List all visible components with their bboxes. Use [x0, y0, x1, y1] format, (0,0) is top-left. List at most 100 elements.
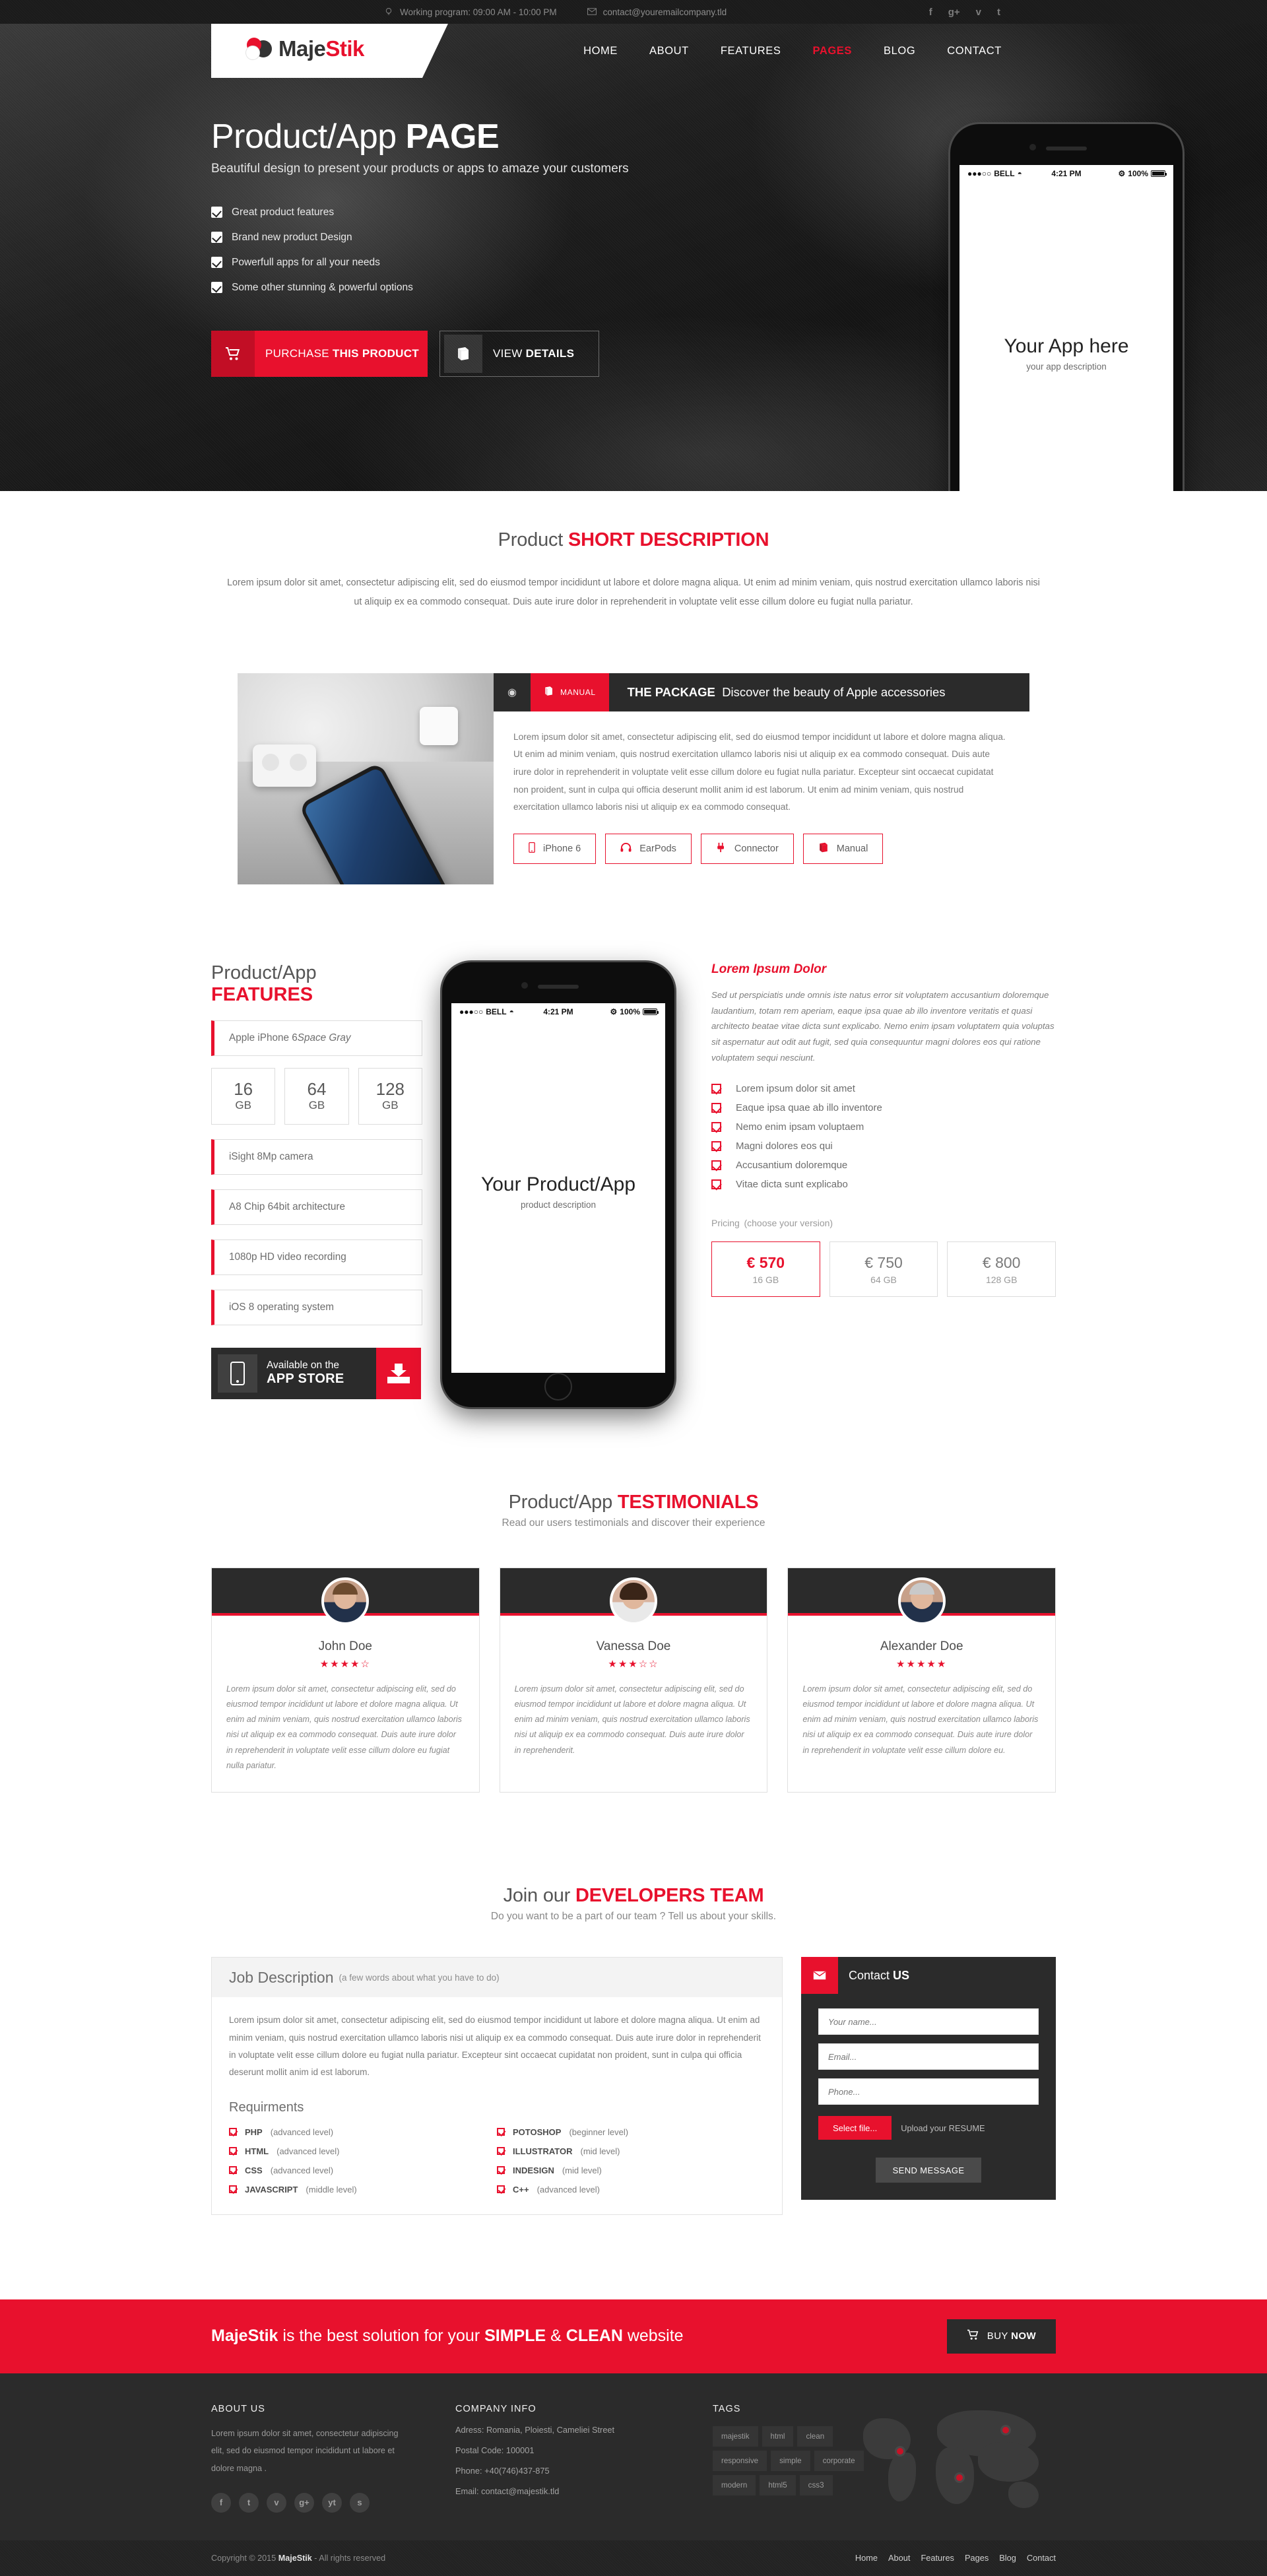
nav-item-contact[interactable]: CONTACT [947, 45, 1002, 57]
tag-item[interactable]: simple [771, 2450, 810, 2471]
feature-spec-row[interactable]: A8 Chip 64bit architecture [211, 1189, 422, 1225]
developers-title: Join our DEVELOPERS TEAM [0, 1885, 1267, 1907]
tag-item[interactable]: corporate [814, 2450, 864, 2471]
price-option-64gb[interactable]: € 750 64 GB [829, 1241, 938, 1298]
tag-item[interactable]: modern [713, 2474, 756, 2495]
footer-nav-blog[interactable]: Blog [999, 2553, 1016, 2563]
footer-nav-contact[interactable]: Contact [1027, 2553, 1056, 2563]
requirement-item: CSS (advanced level) [229, 2165, 497, 2175]
nav-item-features[interactable]: FEATURES [721, 45, 781, 57]
vimeo-icon[interactable]: v [976, 7, 981, 17]
developers-title-bold: DEVELOPERS TEAM [575, 1885, 764, 1907]
testimonial-card: John Doe ★★★★☆ Lorem ipsum dolor sit ame… [211, 1567, 480, 1793]
accessory-connector[interactable]: Connector [700, 834, 794, 865]
price-option-128gb[interactable]: € 800 128 GB [947, 1241, 1056, 1298]
feature-model-row[interactable]: Apple iPhone 6 Space Gray [211, 1020, 422, 1056]
download-button[interactable] [376, 1347, 421, 1399]
contact-email[interactable]: contact@youremailcompany.tld [587, 7, 727, 17]
feature-spec-row[interactable]: 1080p HD video recording [211, 1239, 422, 1275]
benefit-item: Eaque ipsa quae ab illo inventore [711, 1102, 1056, 1113]
hero-checklist-item: Some other stunning & powerful options [211, 282, 1056, 294]
contact-us-light: Contact [849, 1968, 893, 1982]
nav-item-home[interactable]: HOME [583, 45, 618, 57]
name-field[interactable] [818, 2008, 1039, 2035]
envelope-icon [587, 7, 597, 17]
hero-title: Product/App PAGE [211, 119, 1056, 155]
send-message-button[interactable]: SEND MESSAGE [875, 2158, 982, 2183]
testimonials-section: Product/App TESTIMONIALS Read our users … [0, 1492, 1267, 1793]
hero-buttons: PURCHASE THIS PRODUCT VIEW DETAILS [211, 330, 1056, 377]
footer-nav-features[interactable]: Features [921, 2553, 954, 2563]
footer-nav-pages[interactable]: Pages [965, 2553, 989, 2563]
headphones-icon [620, 842, 632, 855]
check-icon [711, 1122, 721, 1133]
copyright: Copyright © 2015 MajeStik - All rights r… [211, 2554, 385, 2563]
accessory-manual[interactable]: Manual [802, 834, 884, 865]
tag-item[interactable]: majestik [713, 2426, 758, 2447]
accessory-earpods[interactable]: EarPods [605, 834, 692, 865]
requirement-level: (advanced level) [270, 2127, 334, 2137]
hero-checklist-item: Brand new product Design [211, 232, 1056, 244]
skype-icon[interactable]: s [350, 2492, 370, 2513]
view-details-button[interactable]: VIEW DETAILS [439, 330, 599, 377]
hero-subtitle: Beautiful design to present your product… [211, 161, 629, 176]
battery-percent: 100% [620, 1007, 640, 1016]
facebook-icon[interactable]: f [211, 2492, 231, 2513]
tag-item[interactable]: clean [797, 2426, 833, 2447]
phone-speaker [1046, 147, 1087, 150]
vimeo-icon[interactable]: v [267, 2492, 286, 2513]
package-section: ◉ MANUAL THE PACKAGE Discover the beauty… [238, 673, 1029, 884]
logo[interactable]: MajeStik [211, 24, 459, 78]
email-field[interactable] [818, 2043, 1039, 2070]
nav-item-about[interactable]: ABOUT [649, 45, 689, 57]
tag-item[interactable]: css3 [799, 2474, 833, 2495]
googleplus-icon[interactable]: g+ [948, 7, 960, 17]
twitter-icon[interactable]: t [239, 2492, 259, 2513]
requirement-item: PHP (advanced level) [229, 2127, 497, 2137]
tag-item[interactable]: html [762, 2426, 794, 2447]
requirement-item: C++ (advanced level) [497, 2185, 765, 2195]
select-file-button[interactable]: Select file... [818, 2116, 892, 2140]
eye-icon[interactable]: ◉ [494, 686, 531, 699]
phone-field[interactable] [818, 2078, 1039, 2105]
feature-spec-row[interactable]: iOS 8 operating system [211, 1289, 422, 1325]
nav-item-blog[interactable]: BLOG [884, 45, 915, 57]
footer-nav-about[interactable]: About [888, 2553, 910, 2563]
tag-item[interactable]: html5 [760, 2474, 796, 2495]
check-icon [711, 1103, 721, 1113]
appstore-button[interactable]: Available on the APP STORE [211, 1347, 376, 1399]
manual-badge[interactable]: MANUAL [531, 673, 609, 711]
check-icon [711, 1084, 721, 1094]
twitter-icon[interactable]: t [997, 7, 1000, 17]
googleplus-icon[interactable]: g+ [294, 2492, 314, 2513]
purchase-product-button[interactable]: PURCHASE THIS PRODUCT [211, 330, 428, 377]
buy-now-button[interactable]: BUY NOW [946, 2319, 1056, 2354]
features-title-light: Product/App [211, 962, 317, 983]
capacity-unit: GB [308, 1098, 325, 1111]
testimonial-name: John Doe [318, 1639, 372, 1653]
feature-spec-row[interactable]: iSight 8Mp camera [211, 1139, 422, 1175]
footer-nav-home[interactable]: Home [855, 2553, 878, 2563]
accessory-label: Connector [734, 843, 779, 855]
price-option-16gb[interactable]: € 570 16 GB [711, 1241, 820, 1298]
facebook-icon[interactable]: f [929, 7, 932, 17]
carrier-name: BELL [994, 169, 1015, 178]
tag-item[interactable]: responsive [713, 2450, 767, 2471]
accessory-iphone6[interactable]: iPhone 6 [513, 834, 597, 865]
youtube-icon[interactable]: yt [322, 2492, 342, 2513]
footer-company-email: Email: contact@majestik.tld [455, 2486, 560, 2496]
main-navbar: MajeStik HOME ABOUT FEATURES PAGES BLOG … [0, 24, 1267, 78]
features-section: Product/App FEATURES Apple iPhone 6 Spac… [211, 962, 1056, 1407]
bluetooth-icon: ⚙ [1118, 169, 1126, 178]
check-icon [229, 2147, 237, 2156]
nav-item-pages[interactable]: PAGES [812, 45, 852, 57]
clock-icon [384, 7, 393, 17]
copyright-post: - All rights reserved [311, 2553, 386, 2563]
rating-stars: ★★★★★ [896, 1658, 948, 1670]
capacity-option[interactable]: 16 GB [211, 1067, 276, 1125]
hero-app-title: Your App here [1004, 335, 1129, 357]
features-title: Product/App FEATURES [211, 962, 422, 1006]
capacity-option[interactable]: 128 GB [358, 1067, 422, 1125]
capacity-option[interactable]: 64 GB [284, 1067, 349, 1125]
requirements-list: PHP (advanced level) POTOSHOP (beginner le… [229, 2127, 765, 2195]
